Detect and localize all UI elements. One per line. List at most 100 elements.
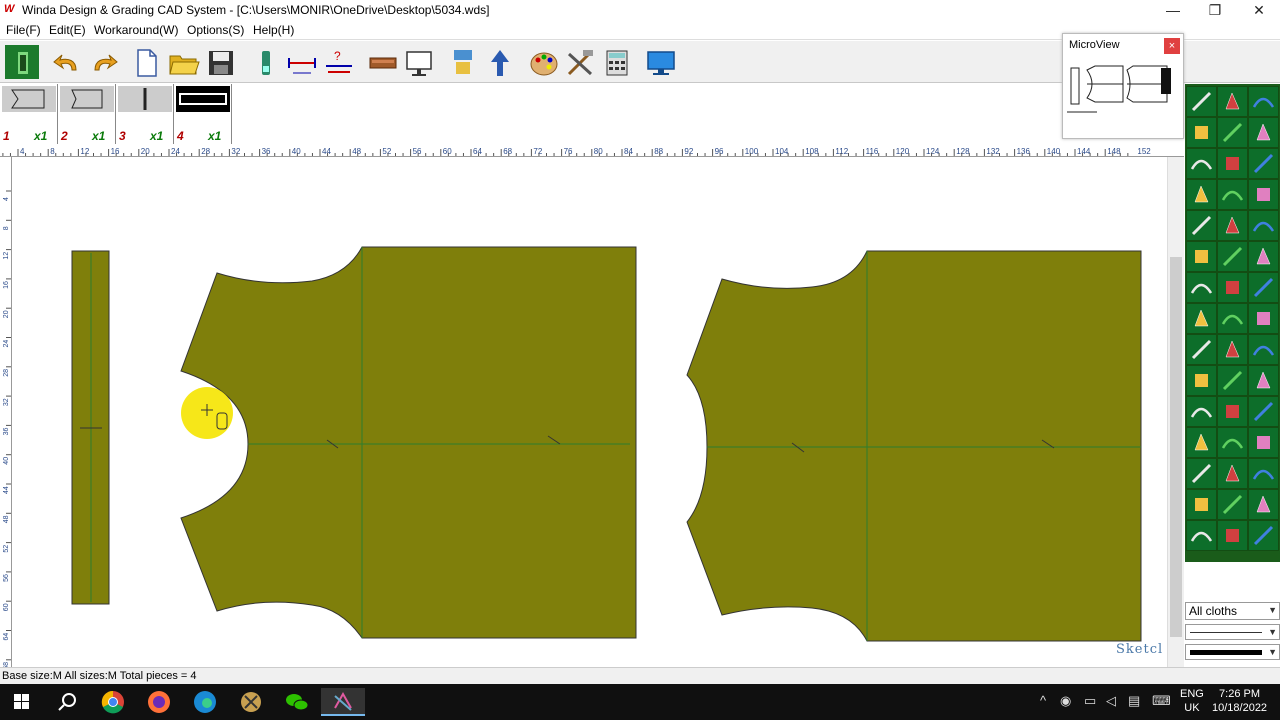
measure-tool-icon[interactable] xyxy=(1248,489,1279,520)
pattern-icon[interactable] xyxy=(5,45,39,79)
hatch-tool-icon[interactable] xyxy=(1217,520,1248,551)
new-file-icon[interactable] xyxy=(128,45,162,79)
notch-tool-icon[interactable] xyxy=(1186,210,1217,241)
microview-panel[interactable]: MicroView × xyxy=(1062,33,1184,139)
swap-tool-icon[interactable] xyxy=(1217,365,1248,396)
tape-tool-icon[interactable] xyxy=(1217,148,1248,179)
vertical-scrollbar[interactable] xyxy=(1167,157,1184,667)
menu-workaround[interactable]: Workaround(W) xyxy=(94,23,178,37)
chain-tool-icon[interactable] xyxy=(1186,489,1217,520)
drawing-canvas[interactable] xyxy=(12,157,1167,667)
piece-item[interactable]: 1 x1 xyxy=(0,84,58,144)
label-tool-icon[interactable] xyxy=(1186,520,1217,551)
button-tool-icon[interactable] xyxy=(1248,303,1279,334)
grain-tool-icon[interactable] xyxy=(1186,334,1217,365)
menu-help[interactable]: Help(H) xyxy=(253,23,294,37)
search-icon[interactable] xyxy=(45,688,89,716)
tape2-tool-icon[interactable] xyxy=(1248,148,1279,179)
fold-tool-icon[interactable] xyxy=(1186,179,1217,210)
pen-tool-icon[interactable] xyxy=(248,45,282,79)
text-tool-icon[interactable] xyxy=(1248,334,1279,365)
save-icon[interactable] xyxy=(203,45,237,79)
table-icon[interactable] xyxy=(365,45,399,79)
walk-tool-icon[interactable] xyxy=(1248,365,1279,396)
knife-tool-icon[interactable] xyxy=(1186,117,1217,148)
edge-icon[interactable] xyxy=(183,688,227,716)
chrome-icon[interactable] xyxy=(91,688,135,716)
dart-tool-icon[interactable] xyxy=(1217,210,1248,241)
wechat-icon[interactable] xyxy=(275,688,319,716)
measure-icon[interactable] xyxy=(284,45,318,79)
piece-item[interactable]: 3 x1 xyxy=(116,84,174,144)
notification-icon[interactable]: ▤ xyxy=(1128,693,1140,709)
pattern-piece-front[interactable] xyxy=(180,246,637,639)
piece-item-selected[interactable]: 4 x1 xyxy=(174,84,232,144)
redo-icon[interactable] xyxy=(86,45,120,79)
join-tool-icon[interactable] xyxy=(1217,396,1248,427)
cloth-select[interactable]: All cloths ▼ xyxy=(1185,602,1280,620)
app-icon[interactable] xyxy=(229,688,273,716)
scissors-tool-icon[interactable] xyxy=(1186,427,1217,458)
maximize-button[interactable]: ❐ xyxy=(1192,0,1238,20)
rotate-tool-icon[interactable] xyxy=(1248,396,1279,427)
tag-tool-icon[interactable] xyxy=(1217,427,1248,458)
menu-options[interactable]: Options(S) xyxy=(187,23,244,37)
calculator-icon[interactable] xyxy=(599,45,633,79)
zoom-tool-icon[interactable] xyxy=(1186,458,1217,489)
pattern-piece-back[interactable] xyxy=(686,250,1142,642)
network-icon[interactable]: ▭ xyxy=(1084,693,1096,709)
wechat-tray-icon[interactable]: ◉ xyxy=(1060,693,1071,709)
dash-tool-icon[interactable] xyxy=(1186,272,1217,303)
curve-tool-icon[interactable] xyxy=(1248,117,1279,148)
layers-icon[interactable] xyxy=(445,45,479,79)
pattern-piece-strip[interactable] xyxy=(71,250,110,605)
split-tool-icon[interactable] xyxy=(1186,396,1217,427)
fan-tool-icon[interactable] xyxy=(1248,272,1279,303)
eraser-tool-icon[interactable] xyxy=(1186,148,1217,179)
volume-icon[interactable]: ◁ xyxy=(1106,693,1116,709)
mirror-tool-icon[interactable] xyxy=(1217,179,1248,210)
grade-tool-icon[interactable] xyxy=(1248,210,1279,241)
line-style-select[interactable]: ▼ xyxy=(1185,624,1280,640)
arc-tool-icon[interactable] xyxy=(1248,86,1279,117)
marker-tool-icon[interactable] xyxy=(1217,303,1248,334)
monitor-icon[interactable] xyxy=(401,45,435,79)
tools-icon[interactable] xyxy=(562,45,596,79)
compass-tool-icon[interactable] xyxy=(1217,86,1248,117)
minimize-button[interactable]: — xyxy=(1150,0,1196,20)
pleat-tool-icon[interactable] xyxy=(1217,241,1248,272)
pair-tool-icon[interactable] xyxy=(1186,365,1217,396)
scrollbar-thumb[interactable] xyxy=(1170,257,1182,637)
arrow-tool-icon[interactable] xyxy=(1217,334,1248,365)
line-tool-icon[interactable] xyxy=(1217,117,1248,148)
check-tool-icon[interactable] xyxy=(1248,458,1279,489)
seam-tool-icon[interactable] xyxy=(1217,272,1248,303)
trim-tool-icon[interactable] xyxy=(1248,179,1279,210)
firefox-icon[interactable] xyxy=(137,688,181,716)
pin-tool-icon[interactable] xyxy=(1186,303,1217,334)
menu-edit[interactable]: Edit(E) xyxy=(49,23,86,37)
rule-tool-icon[interactable] xyxy=(1248,520,1279,551)
open-folder-icon[interactable] xyxy=(166,45,200,79)
knit-tool-icon[interactable] xyxy=(1217,489,1248,520)
palette-icon[interactable] xyxy=(526,45,560,79)
wave-tool-icon[interactable] xyxy=(1248,241,1279,272)
corner-tool-icon[interactable] xyxy=(1248,427,1279,458)
piece-item[interactable]: 2 x1 xyxy=(58,84,116,144)
grading-icon[interactable]: ? xyxy=(321,45,355,79)
undo-icon[interactable] xyxy=(49,45,83,79)
windows-start-icon[interactable] xyxy=(0,688,44,716)
clock[interactable]: 7:26 PM 10/18/2022 xyxy=(1212,687,1267,715)
line-weight-select[interactable]: ▼ xyxy=(1185,644,1280,660)
pencil-tool-icon[interactable] xyxy=(1186,86,1217,117)
screen-icon[interactable] xyxy=(643,45,677,79)
move-tool-icon[interactable] xyxy=(1217,458,1248,489)
cross-tool-icon[interactable] xyxy=(1186,241,1217,272)
keyboard-icon[interactable]: ⌨ xyxy=(1152,693,1171,709)
language-indicator[interactable]: ENG UK xyxy=(1180,687,1204,715)
close-window-button[interactable]: ✕ xyxy=(1236,0,1280,20)
microview-close-button[interactable]: × xyxy=(1164,38,1180,54)
winda-taskbar-icon[interactable] xyxy=(321,688,365,716)
chevron-up-icon[interactable]: ^ xyxy=(1040,693,1046,708)
arrow-tool-icon[interactable] xyxy=(482,45,516,79)
